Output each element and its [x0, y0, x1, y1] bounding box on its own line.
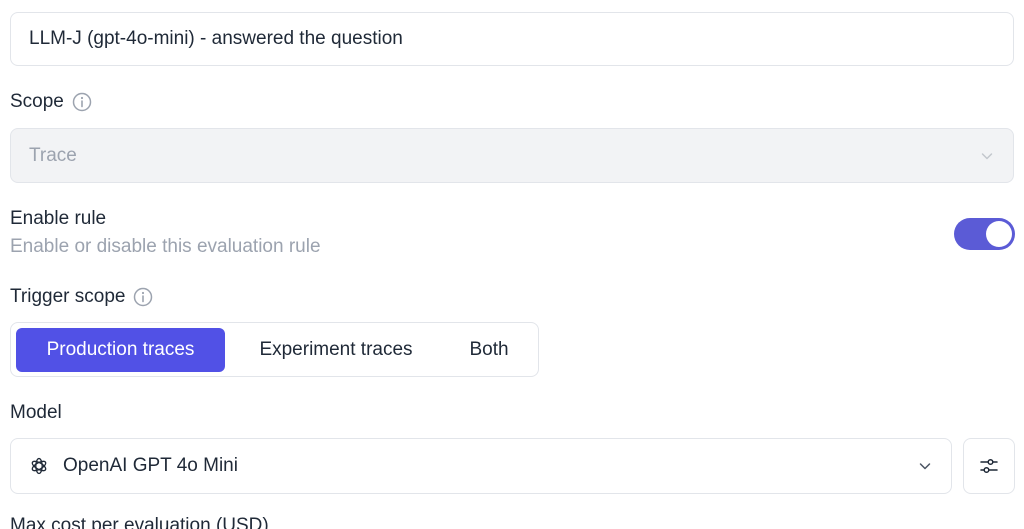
trigger-scope-option-production[interactable]: Production traces: [16, 327, 225, 372]
model-select[interactable]: OpenAI GPT 4o Mini: [10, 438, 952, 494]
scope-label-row: Scope: [10, 91, 92, 113]
model-settings-button[interactable]: [963, 438, 1015, 494]
toggle-knob: [986, 221, 1012, 247]
trigger-scope-option-both[interactable]: Both: [447, 328, 531, 372]
sliders-icon: [980, 458, 998, 474]
chevron-down-icon: [919, 463, 931, 470]
model-label: Model: [10, 402, 62, 423]
trigger-scope-label-row: Trigger scope: [10, 286, 153, 308]
enable-rule-description: Enable or disable this evaluation rule: [10, 236, 321, 257]
enable-rule-toggle[interactable]: [954, 218, 1015, 250]
evaluation-rule-form: LLM-J (gpt-4o-mini) - answered the quest…: [0, 0, 1024, 529]
info-icon[interactable]: [133, 287, 153, 307]
max-cost-label: Max cost per evaluation (USD): [10, 515, 269, 529]
rule-name-input[interactable]: LLM-J (gpt-4o-mini) - answered the quest…: [10, 12, 1014, 66]
enable-rule-label-row: Enable rule: [10, 208, 106, 230]
scope-selected-value: Trace: [29, 144, 77, 166]
trigger-scope-label: Trigger scope: [10, 286, 126, 307]
scope-select: Trace: [10, 128, 1014, 183]
info-icon[interactable]: [72, 92, 92, 112]
trigger-scope-option-experiment[interactable]: Experiment traces: [225, 328, 447, 372]
scope-label: Scope: [10, 91, 64, 112]
enable-rule-label: Enable rule: [10, 208, 107, 229]
rule-name-value: LLM-J (gpt-4o-mini) - answered the quest…: [29, 28, 403, 49]
model-selected-value: OpenAI GPT 4o Mini: [63, 455, 238, 476]
chevron-down-icon: [981, 152, 993, 159]
trigger-scope-segmented-control: Production traces Experiment traces Both: [10, 322, 539, 377]
model-label-row: Model: [10, 402, 62, 424]
openai-icon: [31, 457, 47, 475]
model-select-value-group: OpenAI GPT 4o Mini: [29, 455, 238, 477]
